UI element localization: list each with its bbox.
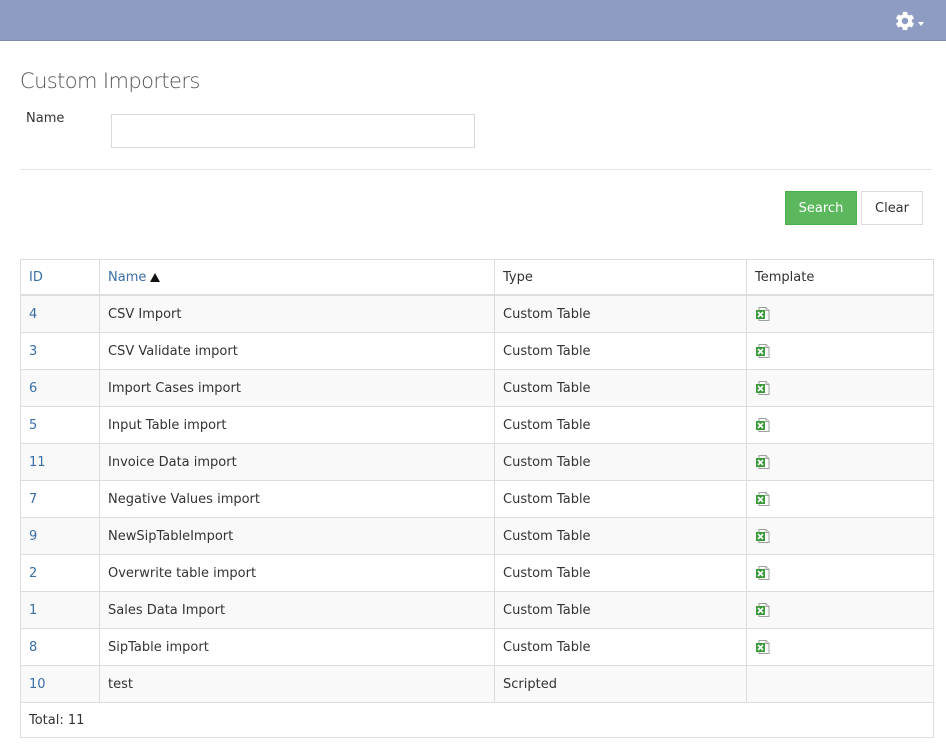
cell-template [746, 480, 934, 518]
clear-button[interactable]: Clear [861, 191, 923, 225]
cell-type: Custom Table [494, 369, 747, 407]
table-header-row: ID Name Type Template [20, 259, 934, 296]
cell-id: 4 [20, 294, 100, 333]
cell-id: 10 [20, 665, 100, 703]
gear-icon [896, 11, 914, 31]
table-row: 4 CSV Import Custom Table [20, 294, 934, 333]
cell-name: SipTable import [99, 628, 495, 666]
importer-id-link[interactable]: 1 [29, 603, 37, 618]
cell-id: 7 [20, 480, 100, 518]
importers-table: ID Name Type Template 4 CSV Import Custom … [20, 259, 934, 738]
cell-template [746, 665, 934, 703]
cell-template [746, 369, 934, 407]
importer-id-link[interactable]: 2 [29, 566, 37, 581]
sort-link-name[interactable]: Name [108, 270, 146, 285]
excel-icon[interactable] [755, 343, 771, 359]
excel-icon[interactable] [755, 491, 771, 507]
table-row: 8 SipTable import Custom Table [20, 628, 934, 666]
cell-type: Custom Table [494, 517, 747, 555]
table-row: 10 test Scripted [20, 665, 934, 703]
cell-template [746, 332, 934, 370]
importer-id-link[interactable]: 6 [29, 381, 37, 396]
cell-template [746, 517, 934, 555]
cell-id: 8 [20, 628, 100, 666]
cell-name: Import Cases import [99, 369, 495, 407]
cell-type: Custom Table [494, 628, 747, 666]
cell-type: Custom Table [494, 406, 747, 444]
excel-icon[interactable] [755, 639, 771, 655]
excel-icon[interactable] [755, 380, 771, 396]
cell-type: Custom Table [494, 294, 747, 333]
column-header-id[interactable]: ID [20, 259, 100, 296]
cell-type: Custom Table [494, 554, 747, 592]
settings-menu-button[interactable] [894, 9, 924, 33]
cell-type: Custom Table [494, 591, 747, 629]
importer-id-link[interactable]: 8 [29, 640, 37, 655]
cell-type: Custom Table [494, 480, 747, 518]
filter-divider [20, 169, 932, 170]
importer-id-link[interactable]: 11 [29, 455, 46, 470]
importer-id-link[interactable]: 5 [29, 418, 37, 433]
table-row: 11 Invoice Data import Custom Table [20, 443, 934, 481]
table-row: 5 Input Table import Custom Table [20, 406, 934, 444]
cell-name: test [99, 665, 495, 703]
page-title: Custom Importers [20, 69, 200, 93]
importer-id-link[interactable]: 10 [29, 677, 46, 692]
cell-type: Custom Table [494, 443, 747, 481]
importer-id-link[interactable]: 3 [29, 344, 37, 359]
importer-id-link[interactable]: 7 [29, 492, 37, 507]
table-row: 7 Negative Values import Custom Table [20, 480, 934, 518]
cell-name: Invoice Data import [99, 443, 495, 481]
cell-name: NewSipTableImport [99, 517, 495, 555]
cell-template [746, 443, 934, 481]
name-filter-input[interactable] [111, 114, 475, 148]
column-header-template: Template [746, 259, 934, 296]
excel-icon[interactable] [755, 602, 771, 618]
cell-id: 1 [20, 591, 100, 629]
caret-down-icon [918, 22, 924, 26]
cell-id: 11 [20, 443, 100, 481]
column-header-name[interactable]: Name [99, 259, 495, 296]
cell-template [746, 554, 934, 592]
name-filter-label: Name [26, 111, 65, 126]
importer-id-link[interactable]: 4 [29, 307, 37, 322]
search-button[interactable]: Search [785, 191, 857, 225]
column-header-type: Type [494, 259, 747, 296]
excel-icon[interactable] [755, 306, 771, 322]
sort-ascending-icon [150, 272, 161, 282]
cell-id: 5 [20, 406, 100, 444]
table-footer-row: Total: 11 [20, 702, 934, 738]
top-navbar [0, 0, 946, 41]
sort-link-id[interactable]: ID [29, 270, 43, 285]
importer-id-link[interactable]: 9 [29, 529, 37, 544]
cell-name: Overwrite table import [99, 554, 495, 592]
cell-template [746, 294, 934, 333]
cell-id: 3 [20, 332, 100, 370]
cell-template [746, 628, 934, 666]
cell-template [746, 406, 934, 444]
cell-id: 2 [20, 554, 100, 592]
total-count: Total: 11 [20, 702, 934, 738]
table-row: 1 Sales Data Import Custom Table [20, 591, 934, 629]
table-row: 2 Overwrite table import Custom Table [20, 554, 934, 592]
cell-name: CSV Import [99, 294, 495, 333]
cell-type: Scripted [494, 665, 747, 703]
table-row: 3 CSV Validate import Custom Table [20, 332, 934, 370]
cell-template [746, 591, 934, 629]
cell-type: Custom Table [494, 332, 747, 370]
cell-name: CSV Validate import [99, 332, 495, 370]
cell-name: Sales Data Import [99, 591, 495, 629]
table-row: 6 Import Cases import Custom Table [20, 369, 934, 407]
excel-icon[interactable] [755, 565, 771, 581]
excel-icon[interactable] [755, 528, 771, 544]
cell-id: 6 [20, 369, 100, 407]
cell-id: 9 [20, 517, 100, 555]
excel-icon[interactable] [755, 417, 771, 433]
cell-name: Input Table import [99, 406, 495, 444]
table-row: 9 NewSipTableImport Custom Table [20, 517, 934, 555]
cell-name: Negative Values import [99, 480, 495, 518]
excel-icon[interactable] [755, 454, 771, 470]
